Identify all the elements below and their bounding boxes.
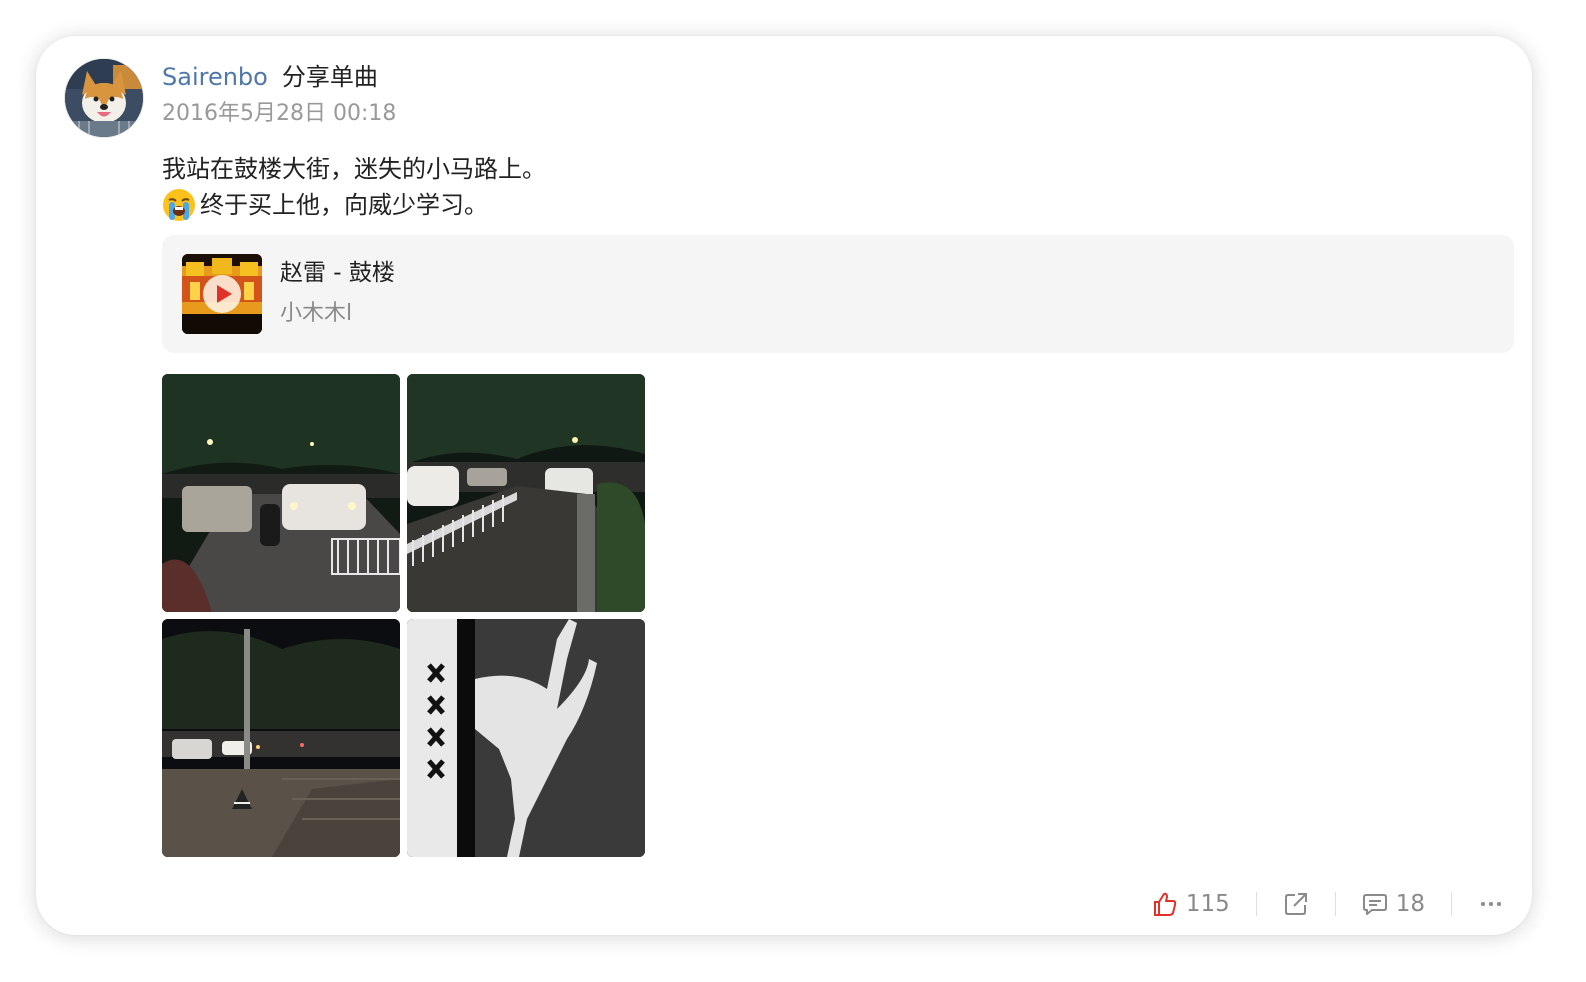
more-icon: [1481, 902, 1501, 906]
post-text-line-2: 终于买上他，向威少学习。: [200, 191, 488, 219]
share-button[interactable]: [1283, 891, 1309, 917]
share-icon: [1284, 893, 1307, 915]
post-text-line-1: 我站在鼓楼大街，迷失的小马路上。: [162, 155, 546, 183]
song-artist: 小木木l: [280, 301, 353, 326]
action-divider: [1334, 892, 1336, 916]
photo-street-3[interactable]: [162, 619, 400, 857]
action-divider: [1255, 892, 1257, 916]
author-line: Sairenbo 分享单曲: [162, 60, 1492, 94]
author-name-link[interactable]: Sairenbo: [162, 63, 268, 91]
action-divider: [1451, 892, 1452, 916]
post-body: 我站在鼓楼大街，迷失的小马路上。 终于买上他，向威少学习。: [162, 151, 546, 223]
post-timestamp: 2016年5月28日 00:18: [162, 101, 397, 126]
share-action-label: 分享单曲: [281, 63, 378, 91]
song-title: 赵雷 - 鼓楼: [280, 260, 395, 286]
comment-icon: [1362, 894, 1387, 915]
more-button[interactable]: [1478, 891, 1504, 917]
comment-button[interactable]: 18: [1362, 889, 1425, 919]
post-header: Sairenbo 分享单曲 2016年5月28日 00:18: [162, 60, 1492, 128]
post-card: Sairenbo 分享单曲 2016年5月28日 00:18 我站在鼓楼大街，迷失…: [36, 36, 1532, 935]
thumbs-up-icon: [1153, 892, 1177, 916]
photo-street-1[interactable]: [162, 374, 400, 612]
avatar[interactable]: [64, 58, 144, 138]
photo-grid: [162, 374, 646, 858]
like-count: 115: [1185, 891, 1230, 917]
like-button[interactable]: 115: [1152, 889, 1230, 919]
music-card[interactable]: 赵雷 - 鼓楼 小木木l: [162, 235, 1514, 353]
post-text-line-2-wrap: 终于买上他，向威少学习。: [162, 187, 546, 223]
photo-shoebox[interactable]: [407, 619, 645, 857]
play-icon: [217, 285, 232, 303]
album-cover: [182, 254, 262, 334]
comment-count: 18: [1395, 891, 1425, 917]
loudly-crying-face-icon: [162, 188, 196, 222]
play-button[interactable]: [203, 275, 241, 313]
post-actions: 115 18: [1152, 884, 1504, 924]
photo-street-2[interactable]: [407, 374, 645, 612]
